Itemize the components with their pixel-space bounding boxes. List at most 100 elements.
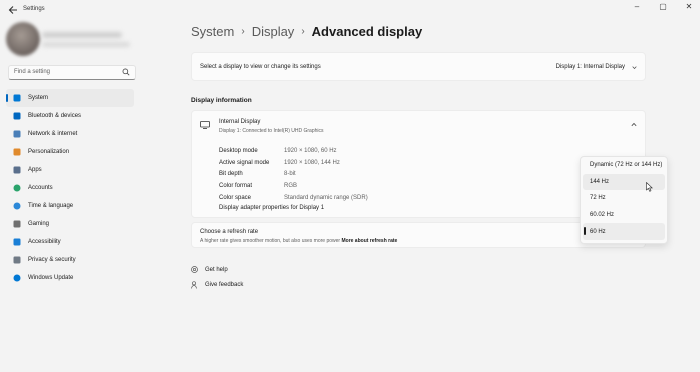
title-bar: Settings – ▢ ✕ (0, 0, 700, 22)
network-icon (13, 130, 21, 138)
brush-icon (13, 148, 21, 156)
info-value: 8-bit (284, 171, 296, 178)
search-box[interactable]: Find a setting (8, 65, 136, 80)
sidebar-item-personalization[interactable]: Personalization (6, 143, 134, 161)
chevron-right-icon: › (241, 26, 245, 37)
refresh-rate-card: Choose a refresh rate A higher rate give… (191, 222, 646, 248)
user-name-blurred (42, 32, 122, 38)
sidebar-item-label: Privacy & security (28, 257, 76, 263)
bluetooth-icon (13, 112, 21, 120)
give-feedback-link[interactable]: Give feedback (191, 281, 243, 289)
display-info-row: Color format RGB (219, 180, 368, 192)
refresh-rate-option[interactable]: Dynamic (72 Hz or 144 Hz) (583, 157, 665, 174)
info-key: Color format (219, 183, 253, 190)
display-info-header[interactable]: Internal Display Display 1: Connected to… (192, 111, 645, 139)
display-information-heading: Display information (191, 97, 252, 104)
user-email-blurred (42, 42, 130, 47)
sidebar-item-label: Accessibility (28, 239, 61, 245)
display-info-row: Color space Standard dynamic range (SDR) (219, 192, 368, 204)
info-key: Active signal mode (219, 159, 270, 166)
sidebar-item-windows-update[interactable]: Windows Update (6, 269, 134, 287)
sidebar-item-bluetooth-devices[interactable]: Bluetooth & devices (6, 107, 134, 125)
adapter-properties-link[interactable]: Display adapter properties for Display 1 (219, 205, 324, 211)
breadcrumb: System › Display › Advanced display (191, 24, 422, 39)
minimize-icon[interactable]: – (632, 2, 642, 11)
refresh-rate-title: Choose a refresh rate (200, 229, 259, 235)
display-info-card: Internal Display Display 1: Connected to… (191, 110, 646, 218)
sidebar-item-label: Bluetooth & devices (28, 113, 82, 119)
sidebar-item-label: System (28, 95, 49, 101)
info-key: Desktop mode (219, 147, 258, 154)
accessibility-icon (13, 238, 21, 246)
feedback-icon (191, 281, 197, 289)
chevron-down-icon (632, 65, 637, 69)
sidebar-item-label: Apps (28, 167, 42, 173)
get-help-label: Get help (205, 267, 228, 273)
info-value: 1920 × 1080, 144 Hz (284, 159, 340, 166)
app-title: Settings (23, 6, 45, 12)
sidebar-item-system[interactable]: System (6, 89, 134, 107)
sidebar-item-label: Network & internet (28, 131, 78, 137)
refresh-rate-description-text: A higher rate gives smoother motion, but… (200, 238, 341, 244)
sidebar-item-label: Time & language (28, 203, 74, 209)
select-display-card: Select a display to view or change its s… (191, 52, 646, 81)
display-select-value: Display 1: Internal Display (555, 64, 625, 70)
help-icon (191, 266, 198, 273)
refresh-rate-option[interactable]: 60.02 Hz (583, 207, 665, 224)
maximize-icon[interactable]: ▢ (658, 2, 668, 11)
display-info-rows: Desktop mode 1920 × 1080, 60 Hz Active sig… (219, 145, 368, 204)
apps-icon (13, 166, 21, 174)
back-arrow-icon[interactable] (7, 4, 19, 16)
get-help-link[interactable]: Get help (191, 266, 228, 274)
info-value: RGB (284, 183, 298, 190)
sidebar-item-label: Accounts (28, 185, 53, 191)
profile-card[interactable] (6, 22, 136, 60)
sidebar-item-label: Gaming (28, 221, 50, 227)
close-icon[interactable]: ✕ (684, 2, 694, 11)
sidebar-item-network-internet[interactable]: Network & internet (6, 125, 134, 143)
accounts-icon (13, 184, 21, 192)
info-key: Bit depth (219, 171, 243, 178)
sidebar-item-apps[interactable]: Apps (6, 161, 134, 179)
info-value: 1920 × 1080, 60 Hz (284, 147, 337, 154)
search-icon[interactable] (122, 68, 130, 76)
sidebar-item-accessibility[interactable]: Accessibility (6, 233, 134, 251)
sidebar-nav: System Bluetooth & devices Network & inter… (6, 89, 134, 287)
shield-icon (13, 256, 21, 264)
page-title: Advanced display (311, 24, 423, 39)
sidebar-item-privacy-security[interactable]: Privacy & security (6, 251, 134, 269)
give-feedback-label: Give feedback (205, 282, 244, 288)
refresh-rate-description: A higher rate gives smoother motion, but… (200, 238, 397, 244)
info-value: Standard dynamic range (SDR) (284, 195, 368, 202)
info-key: Color space (219, 195, 252, 202)
display-info-row: Active signal mode 1920 × 1080, 144 Hz (219, 157, 368, 169)
display-info-row: Bit depth 8-bit (219, 169, 368, 181)
search-input[interactable]: Find a setting (14, 69, 50, 75)
chevron-up-icon[interactable] (631, 122, 637, 127)
sidebar-item-accounts[interactable]: Accounts (6, 179, 134, 197)
mouse-cursor-icon (646, 182, 653, 192)
refresh-rate-option[interactable]: 72 Hz (583, 190, 665, 207)
display-select[interactable]: Display 1: Internal Display (541, 60, 637, 74)
display-connection: Display 1: Connected to Intel(R) UHD Gra… (219, 128, 324, 134)
select-display-label: Select a display to view or change its s… (200, 64, 321, 70)
refresh-rate-link[interactable]: More about refresh rate (341, 238, 397, 244)
display-name: Internal Display (219, 119, 261, 125)
sidebar-item-time-language[interactable]: Time & language (6, 197, 134, 215)
refresh-rate-option[interactable]: 60 Hz (583, 223, 665, 240)
monitor-icon (200, 121, 210, 129)
breadcrumb-display[interactable]: Display (252, 24, 295, 39)
chevron-right-icon: › (301, 26, 305, 37)
update-icon (13, 274, 21, 282)
system-icon (13, 94, 21, 102)
window-controls: – ▢ ✕ (632, 2, 694, 11)
sidebar-item-label: Personalization (28, 149, 70, 155)
breadcrumb-system[interactable]: System (191, 24, 234, 39)
avatar (6, 22, 40, 56)
display-info-row: Desktop mode 1920 × 1080, 60 Hz (219, 145, 368, 157)
sidebar-item-label: Windows Update (28, 275, 74, 281)
gaming-icon (13, 220, 21, 228)
globe-icon (13, 202, 21, 210)
sidebar-item-gaming[interactable]: Gaming (6, 215, 134, 233)
refresh-rate-dropdown: Dynamic (72 Hz or 144 Hz) 144 Hz 72 Hz 60.0… (580, 156, 668, 244)
